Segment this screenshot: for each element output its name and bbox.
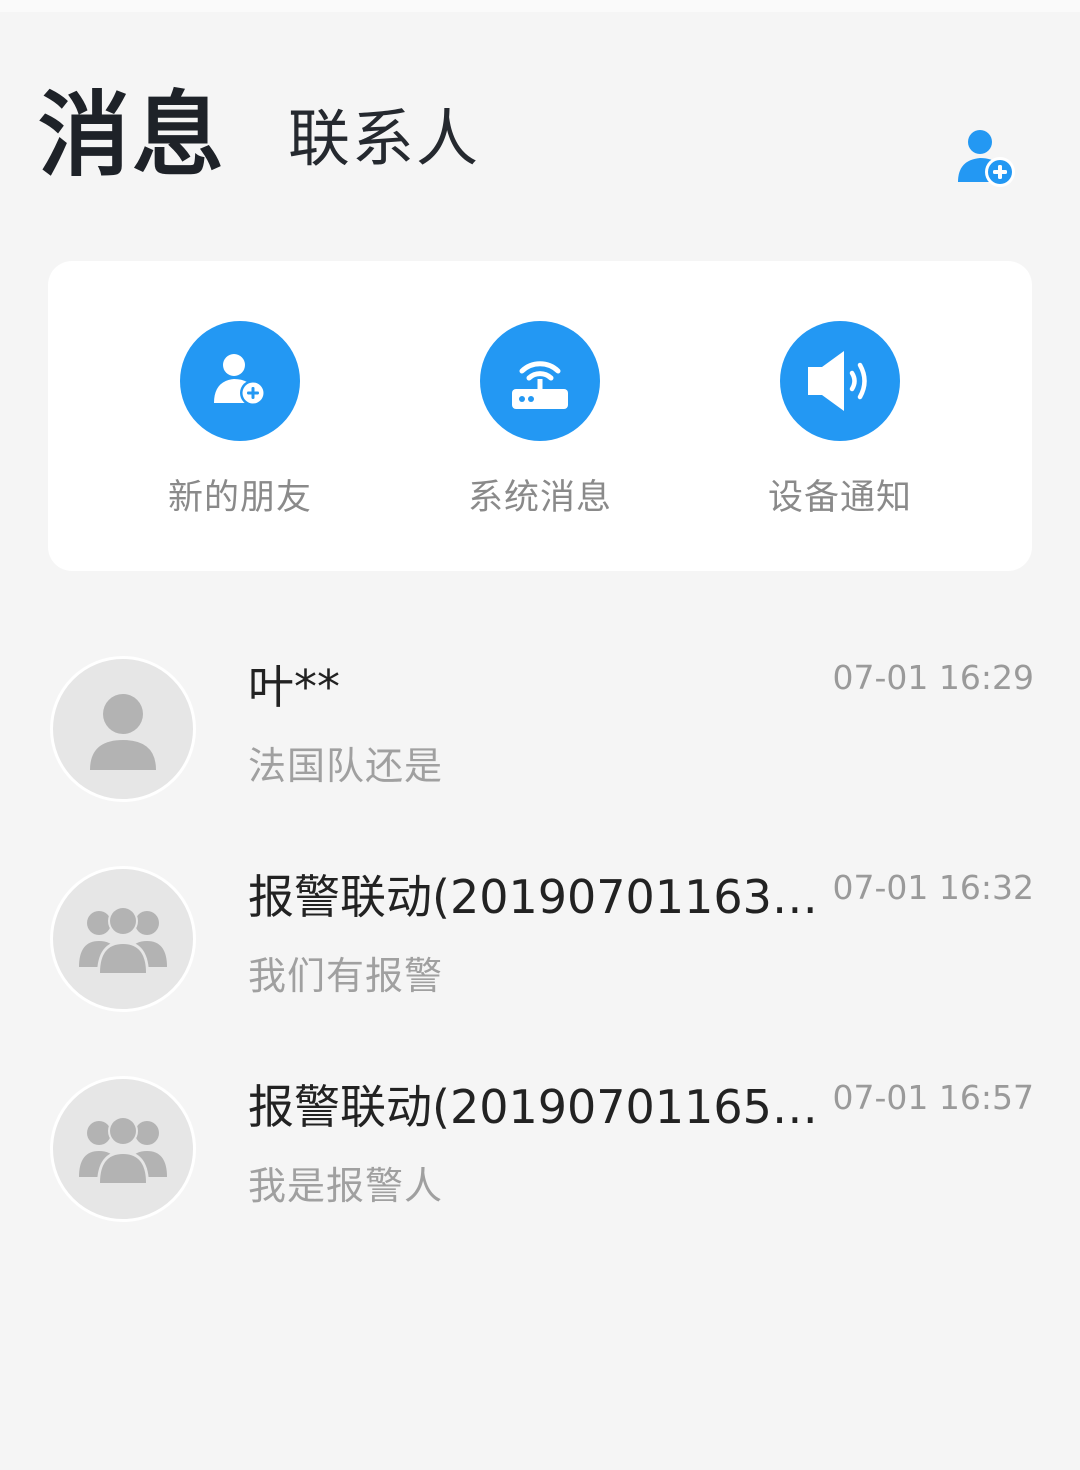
tab-messages[interactable]: 消息 <box>38 90 226 182</box>
conversation-item[interactable]: 报警联动(20190701165… 07-01 16:57 我是报警人 <box>0 1076 1080 1286</box>
quick-actions-card: 新的朋友 系统消息 设备通知 <box>48 261 1032 571</box>
conversation-time: 07-01 16:57 <box>832 1078 1034 1117</box>
conversation-title: 叶** <box>248 660 340 714</box>
group-icon <box>79 906 167 975</box>
conversation-item[interactable]: 叶** 07-01 16:29 法国队还是 <box>0 656 1080 866</box>
add-contact-button[interactable] <box>950 124 1022 196</box>
new-friends-action[interactable]: 新的朋友 <box>120 321 360 521</box>
conversation-title: 报警联动(20190701165… <box>248 1080 818 1134</box>
add-user-icon <box>214 354 266 406</box>
avatar <box>50 656 196 802</box>
speaker-icon <box>808 351 867 411</box>
device-notifications-label: 设备通知 <box>767 478 912 518</box>
device-notifications-action[interactable]: 设备通知 <box>720 321 960 521</box>
conversation-title: 报警联动(20190701163… <box>248 870 818 924</box>
avatar <box>50 866 196 1012</box>
system-messages-icon-circle <box>480 321 600 441</box>
system-messages-action[interactable]: 系统消息 <box>420 321 660 521</box>
conversation-preview: 法国队还是 <box>248 744 444 788</box>
conversation-time: 07-01 16:32 <box>832 868 1034 907</box>
system-messages-label: 系统消息 <box>467 478 612 518</box>
group-icon <box>79 1116 167 1185</box>
new-friends-label: 新的朋友 <box>167 478 312 518</box>
person-icon <box>90 694 156 770</box>
add-user-icon <box>958 130 1015 187</box>
header: 消息 联系人 <box>0 0 1080 240</box>
conversation-item[interactable]: 报警联动(20190701163… 07-01 16:32 我们有报警 <box>0 866 1080 1076</box>
new-friends-icon-circle <box>180 321 300 441</box>
conversation-preview: 我们有报警 <box>248 954 444 998</box>
device-notifications-icon-circle <box>780 321 900 441</box>
tab-contacts[interactable]: 联系人 <box>288 108 480 170</box>
router-icon <box>512 361 568 409</box>
avatar <box>50 1076 196 1222</box>
conversation-time: 07-01 16:29 <box>832 658 1034 697</box>
conversation-preview: 我是报警人 <box>248 1164 444 1208</box>
